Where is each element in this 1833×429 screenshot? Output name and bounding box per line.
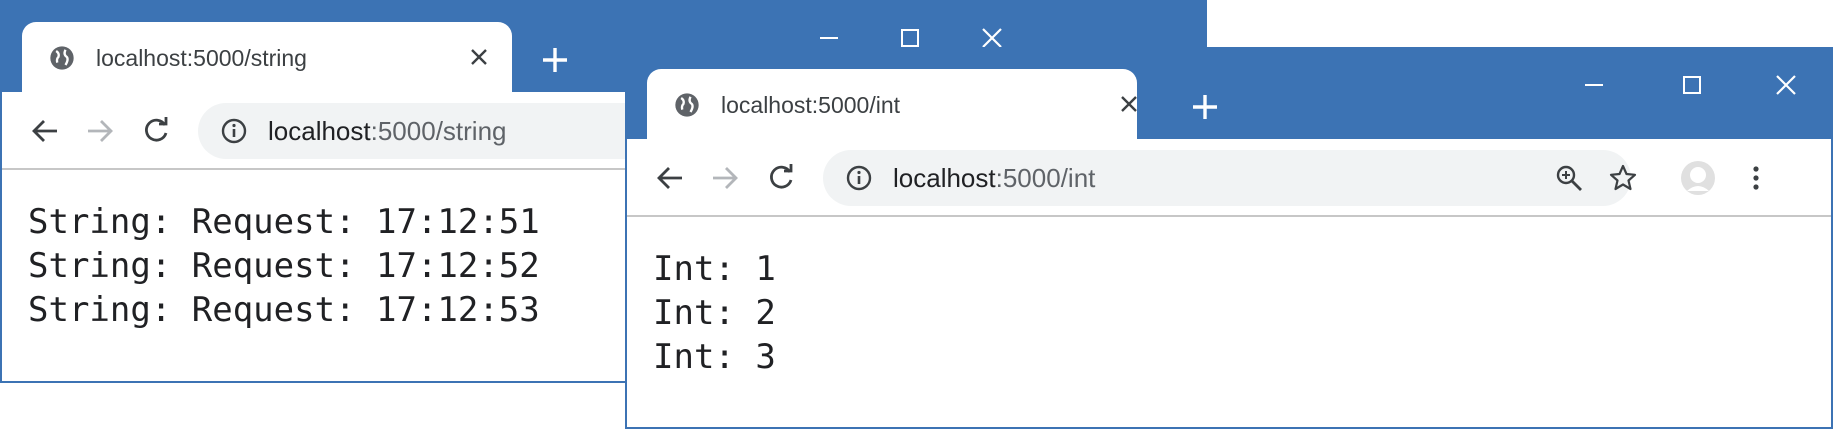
profile-avatar-icon[interactable] (1679, 159, 1717, 197)
close-icon[interactable] (1112, 87, 1146, 121)
back-arrow-icon[interactable] (651, 159, 689, 197)
url-text: localhost:5000/int (893, 163, 1096, 193)
star-icon[interactable] (1604, 159, 1642, 197)
output-line: Int: 2 (653, 293, 776, 333)
minimize-icon[interactable] (1572, 63, 1616, 107)
globe-icon (50, 46, 74, 70)
maximize-icon[interactable] (1670, 63, 1714, 107)
reload-icon[interactable] (762, 159, 800, 197)
page-content: Int: 1 Int: 2 Int: 3 (627, 217, 1831, 427)
tab-title: localhost:5000/int (721, 92, 901, 118)
globe-icon (675, 93, 699, 117)
reload-icon[interactable] (137, 112, 175, 150)
title-bar: localhost:5000/int (627, 49, 1831, 141)
info-icon[interactable] (220, 117, 248, 145)
toolbar: localhost:5000/int (627, 141, 1831, 217)
browser-window-int: localhost:5000/int localhost:5000/int In… (625, 47, 1833, 429)
window-close-icon[interactable] (1764, 63, 1808, 107)
address-bar[interactable]: localhost:5000/int (823, 150, 1631, 206)
back-arrow-icon[interactable] (26, 112, 64, 150)
tab-int[interactable]: localhost:5000/int (647, 69, 1137, 141)
tab-string[interactable]: localhost:5000/string (22, 22, 512, 94)
close-icon[interactable] (462, 40, 496, 74)
output-line: Int: 3 (653, 337, 776, 377)
new-tab-icon[interactable] (1187, 89, 1223, 125)
kebab-menu-icon[interactable] (1737, 159, 1775, 197)
new-tab-icon[interactable] (537, 42, 573, 78)
output-line: Int: 1 (653, 249, 776, 289)
forward-arrow-icon[interactable] (706, 159, 744, 197)
info-icon[interactable] (845, 164, 873, 192)
forward-arrow-icon[interactable] (81, 112, 119, 150)
url-text: localhost:5000/string (268, 116, 507, 146)
tab-title: localhost:5000/string (96, 45, 307, 71)
zoom-icon[interactable] (1550, 159, 1588, 197)
